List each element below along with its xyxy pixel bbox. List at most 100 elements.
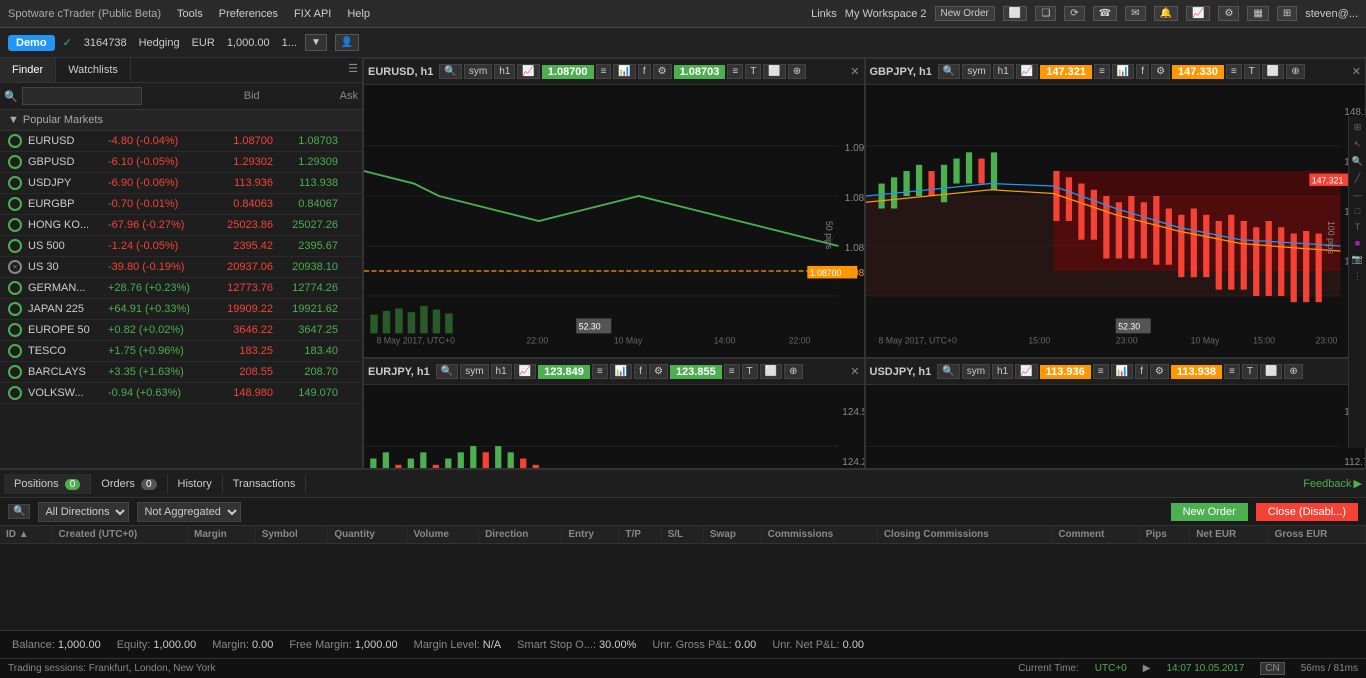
col-quantity[interactable]: Quantity	[328, 526, 407, 544]
chart-eurjpy-h1[interactable]: h1	[491, 364, 512, 379]
col-closing-commissions[interactable]: Closing Commissions	[877, 526, 1051, 544]
toolbar-rect-icon[interactable]: □	[1353, 204, 1362, 218]
chart-eurjpy-obj[interactable]: f	[634, 364, 647, 379]
chart-gbpjpy-t1[interactable]: T	[1244, 64, 1260, 79]
tab-finder[interactable]: Finder	[0, 58, 56, 82]
market-row-hongko[interactable]: HONG KO...-67.96 (-0.27%)25023.8625027.2…	[0, 215, 362, 236]
chart-usdjpy-search[interactable]: 🔍	[937, 364, 959, 379]
icon-btn-2[interactable]: ❏	[1035, 6, 1056, 21]
market-row-german[interactable]: GERMAN...+28.76 (+0.23%)12773.7612774.26	[0, 278, 362, 299]
menu-preferences[interactable]: Preferences	[219, 8, 278, 20]
toolbar-camera-icon[interactable]: 📷	[1350, 252, 1365, 267]
icon-btn-10[interactable]: ⊞	[1277, 6, 1297, 21]
sidebar-menu-icon[interactable]: ☰	[344, 58, 362, 82]
chart-eurusd-more[interactable]: ⚙	[653, 64, 672, 79]
feedback-btn[interactable]: Feedback ▶	[1303, 477, 1362, 490]
toolbar-more-icon[interactable]: ⋮	[1351, 269, 1364, 284]
chart-gbpjpy-line[interactable]: 📈	[1016, 64, 1038, 79]
icon-btn-7[interactable]: 📈	[1186, 6, 1210, 21]
tab-watchlists[interactable]: Watchlists	[56, 58, 131, 82]
market-row-tesco[interactable]: TESCO+1.75 (+0.96%)183.25183.40	[0, 341, 362, 362]
toolbar-hline-icon[interactable]: —	[1351, 188, 1364, 202]
col-id[interactable]: ID ▲	[0, 526, 52, 544]
chart-gbpjpy-settings2[interactable]: ≡	[1226, 64, 1242, 79]
market-row-japan[interactable]: JAPAN 225+64.91 (+0.33%)19909.2219921.62	[0, 299, 362, 320]
chart-eurusd-h1[interactable]: h1	[494, 64, 515, 79]
chart-gbpjpy-indicators[interactable]: 📊	[1112, 64, 1134, 79]
market-row-eurusd[interactable]: EURUSD-4.80 (-0.04%)1.087001.08703	[0, 131, 362, 152]
icon-btn-1[interactable]: ⬜	[1003, 6, 1027, 21]
chart-eurusd-search[interactable]: 🔍	[439, 64, 461, 79]
chart-gbpjpy-settings[interactable]: ≡	[1094, 64, 1110, 79]
chart-usdjpy-settings2[interactable]: ≡	[1224, 364, 1240, 379]
icon-btn-8[interactable]: ⚙	[1218, 6, 1239, 21]
chart-usdjpy-obj[interactable]: f	[1135, 364, 1148, 379]
menu-tools[interactable]: Tools	[177, 8, 203, 20]
menu-help[interactable]: Help	[347, 8, 370, 20]
col-comment[interactable]: Comment	[1052, 526, 1139, 544]
chart-gbpjpy-search[interactable]: 🔍	[938, 64, 960, 79]
tab-transactions[interactable]: Transactions	[223, 474, 307, 494]
chart-usdjpy-indicators[interactable]: 📊	[1111, 364, 1133, 379]
new-order-btn[interactable]: New Order	[935, 6, 995, 21]
icon-btn-3[interactable]: ⟳	[1064, 6, 1084, 21]
chart-eurjpy-indicators[interactable]: 📊	[610, 364, 632, 379]
chart-gbpjpy-close[interactable]: ✕	[1352, 65, 1361, 78]
tab-orders[interactable]: Orders 0	[91, 474, 167, 494]
market-row-eurgbp[interactable]: EURGBP-0.70 (-0.01%)0.840630.84067	[0, 194, 362, 215]
popular-markets-header[interactable]: ▼ Popular Markets	[0, 110, 362, 131]
chart-gbpjpy-obj[interactable]: f	[1136, 64, 1149, 79]
chart-eurusd-t3[interactable]: ⊕	[788, 64, 806, 79]
col-commissions[interactable]: Commissions	[761, 526, 877, 544]
chart-usdjpy-settings[interactable]: ≡	[1093, 364, 1109, 379]
col-margin[interactable]: Margin	[188, 526, 256, 544]
market-row-usdjpy[interactable]: USDJPY-6.90 (-0.06%)113.936113.938	[0, 173, 362, 194]
chart-eurusd-obj[interactable]: f	[638, 64, 651, 79]
chart-eurjpy-t3[interactable]: ⊕	[784, 364, 802, 379]
toolbar-color-icon[interactable]: ■	[1353, 236, 1362, 250]
icon-btn-6[interactable]: 🔔	[1154, 6, 1178, 21]
chart-eurusd-t2[interactable]: ⬜	[763, 64, 785, 79]
col-symbol[interactable]: Symbol	[255, 526, 328, 544]
chart-eurjpy-more[interactable]: ⚙	[649, 364, 668, 379]
aggregation-select[interactable]: Not Aggregated	[137, 502, 241, 522]
chart-eurjpy-t2[interactable]: ⬜	[760, 364, 782, 379]
icon-btn-4[interactable]: ☎	[1093, 6, 1117, 21]
icon-btn-9[interactable]: ▦	[1247, 6, 1268, 21]
tab-positions[interactable]: Positions 0	[4, 474, 91, 494]
col-tp[interactable]: T/P	[619, 526, 661, 544]
pos-new-order-btn[interactable]: New Order	[1171, 503, 1248, 521]
chart-gbpjpy-t3[interactable]: ⊕	[1286, 64, 1304, 79]
col-net-eur[interactable]: Net EUR	[1190, 526, 1268, 544]
menu-fixapi[interactable]: FIX API	[294, 8, 331, 20]
direction-select[interactable]: All Directions	[38, 502, 129, 522]
chart-usdjpy-t1[interactable]: T	[1242, 364, 1258, 379]
icon-btn-5[interactable]: ✉	[1125, 6, 1145, 21]
chart-usdjpy-t3[interactable]: ⊕	[1284, 364, 1302, 379]
pos-close-btn[interactable]: Close (Disabl...)	[1256, 503, 1358, 521]
toolbar-line-icon[interactable]: ╱	[1353, 171, 1362, 186]
toolbar-text-icon[interactable]: T	[1353, 220, 1363, 234]
chart-eurusd-settings[interactable]: ≡	[596, 64, 612, 79]
market-row-barclays[interactable]: BARCLAYS+3.35 (+1.63%)208.55208.70	[0, 362, 362, 383]
chart-usdjpy-h1[interactable]: h1	[992, 364, 1013, 379]
chart-usdjpy-t2[interactable]: ⬜	[1260, 364, 1282, 379]
chart-gbpjpy-sym[interactable]: sym	[962, 64, 990, 79]
search-input[interactable]	[22, 87, 142, 105]
chart-eurjpy-search[interactable]: 🔍	[436, 364, 458, 379]
toolbar-grid-icon[interactable]: ⊞	[1352, 120, 1364, 135]
tab-history[interactable]: History	[168, 474, 223, 494]
col-gross-eur[interactable]: Gross EUR	[1268, 526, 1365, 544]
account-avatar[interactable]: 👤	[335, 34, 359, 51]
chart-eurjpy-sym[interactable]: sym	[460, 364, 488, 379]
chart-eurjpy-t1[interactable]: T	[742, 364, 758, 379]
col-pips[interactable]: Pips	[1139, 526, 1189, 544]
market-row-us[interactable]: US 500-1.24 (-0.05%)2395.422395.67	[0, 236, 362, 257]
col-direction[interactable]: Direction	[479, 526, 562, 544]
market-row-us[interactable]: ×US 30-39.80 (-0.19%)20937.0620938.10	[0, 257, 362, 278]
col-entry[interactable]: Entry	[562, 526, 619, 544]
chart-eurusd-line[interactable]: 📈	[517, 64, 539, 79]
chart-eurjpy-line[interactable]: 📈	[514, 364, 536, 379]
chart-eurusd-settings2[interactable]: ≡	[727, 64, 743, 79]
col-created[interactable]: Created (UTC+0)	[52, 526, 188, 544]
